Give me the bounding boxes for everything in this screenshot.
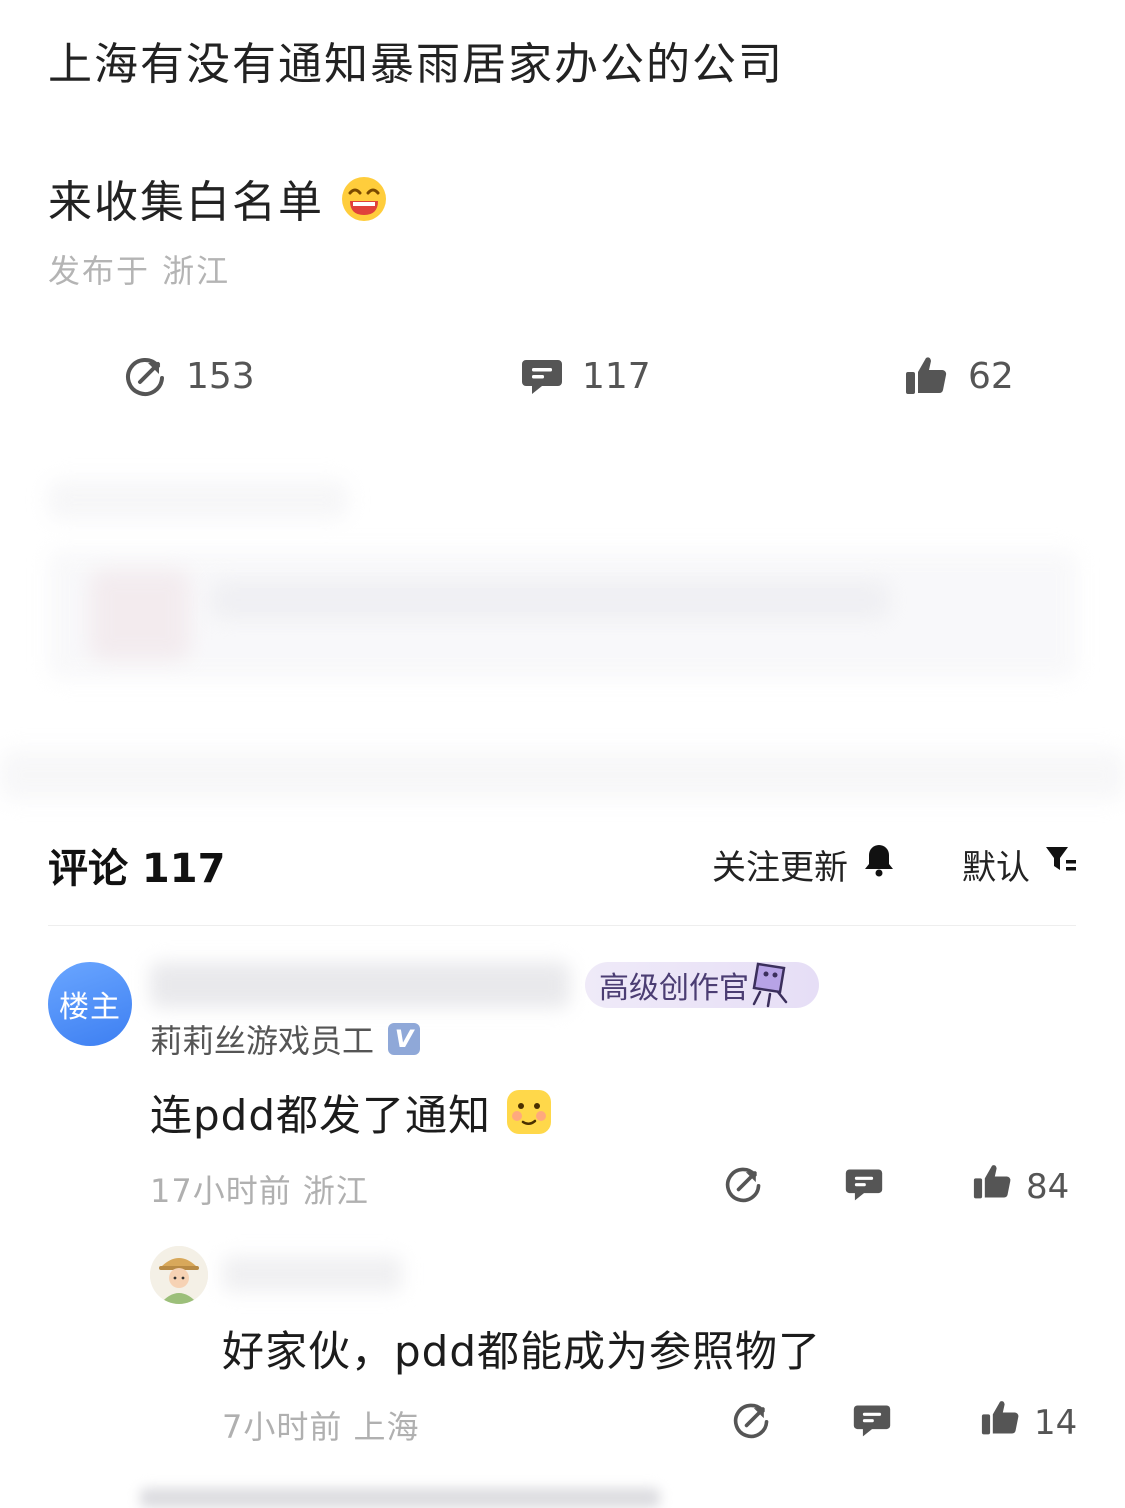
post-title: 上海有没有通知暴雨居家办公的公司: [48, 39, 784, 90]
header-divider: [48, 925, 1076, 926]
blurred-content: [0, 450, 1125, 800]
share-icon: [724, 1164, 764, 1213]
reply-reply-button[interactable]: [852, 1400, 892, 1449]
post-body: 来收集白名单: [48, 166, 388, 234]
reply-like-button[interactable]: 14: [980, 1398, 1077, 1447]
filter-icon: [1044, 843, 1078, 886]
verified-icon: V: [388, 1023, 421, 1055]
comment-text: 连pdd都发了通知: [150, 1082, 553, 1146]
like-count: 62: [968, 355, 1014, 397]
comments-header: 评论 117: [48, 846, 226, 892]
comment-meta: 17小时前 浙江: [150, 1172, 369, 1210]
comment-reply-button[interactable]: [844, 1164, 884, 1213]
comment-icon: [844, 1164, 884, 1213]
comment-count: 117: [582, 355, 651, 397]
reply-meta: 7小时前 上海: [222, 1408, 420, 1446]
share-count: 153: [186, 355, 255, 397]
comment-icon: [520, 354, 564, 398]
thumbs-up-icon: [904, 354, 950, 398]
follow-updates-label: 关注更新: [712, 847, 848, 888]
comment-like-count: 84: [1026, 1166, 1070, 1207]
follow-updates-button[interactable]: 关注更新: [712, 840, 896, 888]
comment-icon: [852, 1400, 892, 1449]
thumbs-up-icon: [980, 1398, 1022, 1447]
creator-mascot-icon: [748, 958, 796, 1012]
reply-like-count: 14: [1034, 1402, 1078, 1443]
user-tag-label: 莉莉丝游戏员工: [150, 1022, 375, 1060]
blurred-reply-username: [222, 1256, 402, 1292]
op-avatar-label: 楼主: [59, 990, 121, 1025]
smirk-emoji-icon: [505, 1088, 553, 1146]
blurred-next-comment: [140, 1488, 660, 1508]
post-meta: 发布于 浙江: [48, 252, 231, 290]
avatar[interactable]: 楼主: [48, 962, 132, 1046]
share-icon: [124, 354, 168, 398]
like-button[interactable]: 62: [904, 348, 1014, 404]
share-button[interactable]: 153: [124, 348, 255, 404]
sort-button[interactable]: 默认: [962, 840, 1078, 888]
reply-share-button[interactable]: [732, 1400, 772, 1449]
avatar[interactable]: [150, 1246, 208, 1304]
comment-button[interactable]: 117: [520, 348, 651, 404]
share-icon: [732, 1400, 772, 1449]
comment-body: 连pdd都发了通知: [150, 1091, 491, 1140]
laughing-emoji-icon: [340, 175, 388, 234]
comment-like-button[interactable]: 84: [972, 1162, 1069, 1211]
user-tag: 莉莉丝游戏员工 V: [150, 1016, 421, 1062]
comment-share-button[interactable]: [724, 1164, 764, 1213]
blurred-username: [150, 962, 570, 1008]
sort-label: 默认: [962, 847, 1030, 888]
thumbs-up-icon: [972, 1162, 1014, 1211]
post-body-text: 来收集白名单: [48, 177, 324, 228]
creator-badge-label: 高级创作官: [599, 971, 749, 1006]
reply-text: 好家伙，pdd都能成为参照物了: [222, 1327, 821, 1376]
bell-icon: [862, 842, 896, 887]
